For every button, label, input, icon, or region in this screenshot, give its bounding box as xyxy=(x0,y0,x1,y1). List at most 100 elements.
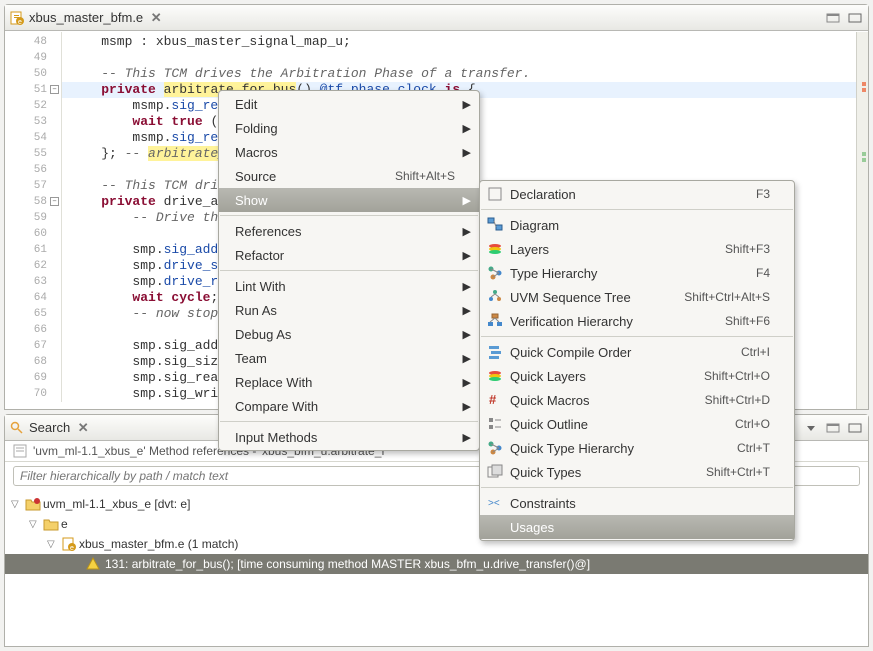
tree-match-row[interactable]: 131: arbitrate_for_bus(); [time consumin… xyxy=(5,554,868,574)
line-number: 55 xyxy=(6,146,61,162)
menu-label: Declaration xyxy=(510,187,576,202)
fold-icon[interactable]: – xyxy=(50,85,59,94)
submenu-arrow-icon: ▶ xyxy=(463,225,471,238)
layers-icon xyxy=(486,240,504,258)
menu-label: Quick Compile Order xyxy=(510,345,631,360)
macro-icon: # xyxy=(486,391,504,409)
menu-item-team[interactable]: Team▶ xyxy=(219,346,479,370)
line-number: 51– xyxy=(6,82,61,98)
submenu-item-layers[interactable]: LayersShift+F3 xyxy=(480,237,794,261)
menu-separator xyxy=(220,270,478,271)
menu-item-folding[interactable]: Folding▶ xyxy=(219,116,479,140)
menu-item-replace-with[interactable]: Replace With▶ xyxy=(219,370,479,394)
search-tab-title[interactable]: Search xyxy=(29,420,70,435)
line-number: 60 xyxy=(6,226,61,242)
diagram-icon xyxy=(486,216,504,234)
twisty-icon[interactable]: ▽ xyxy=(29,519,41,530)
view-menu-button[interactable] xyxy=(802,419,820,437)
qco-icon xyxy=(486,343,504,361)
code-line[interactable] xyxy=(62,50,856,66)
menu-label: Constraints xyxy=(510,496,576,511)
menu-item-refactor[interactable]: Refactor▶ xyxy=(219,243,479,267)
submenu-item-quick-macros[interactable]: #Quick MacrosShift+Ctrl+D xyxy=(480,388,794,412)
line-number: 54 xyxy=(6,130,61,146)
code-line[interactable]: msmp : xbus_master_signal_map_u; xyxy=(62,34,856,50)
menu-separator xyxy=(481,336,793,337)
filter-toggle-icon[interactable] xyxy=(13,444,27,458)
menu-label: Input Methods xyxy=(235,430,317,445)
menu-shortcut: Ctrl+T xyxy=(737,441,770,455)
overview-ruler[interactable] xyxy=(856,32,868,409)
submenu-arrow-icon: ▶ xyxy=(463,98,471,111)
submenu-item-quick-compile-order[interactable]: Quick Compile OrderCtrl+I xyxy=(480,340,794,364)
submenu-arrow-icon: ▶ xyxy=(463,328,471,341)
twisty-icon[interactable]: ▽ xyxy=(47,539,59,550)
fold-icon[interactable]: – xyxy=(50,197,59,206)
menu-item-edit[interactable]: Edit▶ xyxy=(219,92,479,116)
svg-text:#: # xyxy=(489,392,497,407)
menu-label: Compare With xyxy=(235,399,318,414)
submenu-item-quick-layers[interactable]: Quick LayersShift+Ctrl+O xyxy=(480,364,794,388)
decl-icon xyxy=(486,185,504,203)
submenu-item-usages[interactable]: Usages xyxy=(480,515,794,539)
twisty-icon[interactable]: ▽ xyxy=(11,499,23,510)
menu-shortcut: Shift+Alt+S xyxy=(395,169,455,183)
menu-item-input-methods[interactable]: Input Methods▶ xyxy=(219,425,479,449)
outline-icon xyxy=(486,415,504,433)
context-menu[interactable]: Edit▶Folding▶Macros▶SourceShift+Alt+SSho… xyxy=(218,90,480,451)
submenu-item-uvm-sequence-tree[interactable]: UVM Sequence TreeShift+Ctrl+Alt+S xyxy=(480,285,794,309)
submenu-item-quick-types[interactable]: Quick TypesShift+Ctrl+T xyxy=(480,460,794,484)
line-number: 64 xyxy=(6,290,61,306)
line-number: 70 xyxy=(6,386,61,402)
submenu-arrow-icon: ▶ xyxy=(463,304,471,317)
match-text: 131: arbitrate_for_bus(); [time consumin… xyxy=(105,557,590,571)
maximize-button[interactable] xyxy=(846,9,864,27)
submenu-arrow-icon: ▶ xyxy=(463,194,471,207)
code-line[interactable]: -- This TCM drives the Arbitration Phase… xyxy=(62,66,856,82)
line-number: 69 xyxy=(6,370,61,386)
submenu-item-quick-type-hierarchy[interactable]: Quick Type HierarchyCtrl+T xyxy=(480,436,794,460)
menu-item-macros[interactable]: Macros▶ xyxy=(219,140,479,164)
close-icon[interactable]: ✕ xyxy=(149,11,163,25)
line-number: 59 xyxy=(6,210,61,226)
menu-item-references[interactable]: References▶ xyxy=(219,219,479,243)
blank-icon xyxy=(486,518,504,536)
line-number: 52 xyxy=(6,98,61,114)
menu-label: Usages xyxy=(510,520,554,535)
close-icon[interactable]: ✕ xyxy=(76,421,90,435)
submenu-item-constraints[interactable]: >< Constraints xyxy=(480,491,794,515)
line-number: 65 xyxy=(6,306,61,322)
submenu-arrow-icon: ▶ xyxy=(463,122,471,135)
menu-label: Quick Types xyxy=(510,465,581,480)
menu-separator xyxy=(220,215,478,216)
uvm-icon xyxy=(486,288,504,306)
minimize-button[interactable] xyxy=(824,9,842,27)
svg-text:e: e xyxy=(18,19,22,25)
menu-label: Refactor xyxy=(235,248,284,263)
menu-item-show[interactable]: Show▶ xyxy=(219,188,479,212)
menu-item-source[interactable]: SourceShift+Alt+S xyxy=(219,164,479,188)
submenu-item-declaration[interactable]: DeclarationF3 xyxy=(480,182,794,206)
menu-item-lint-with[interactable]: Lint With▶ xyxy=(219,274,479,298)
qtypes-icon xyxy=(486,463,504,481)
line-number: 67 xyxy=(6,338,61,354)
menu-item-debug-as[interactable]: Debug As▶ xyxy=(219,322,479,346)
submenu-item-verification-hierarchy[interactable]: Verification HierarchyShift+F6 xyxy=(480,309,794,333)
submenu-item-quick-outline[interactable]: Quick Outline Ctrl+O xyxy=(480,412,794,436)
editor-tab-title[interactable]: xbus_master_bfm.e xyxy=(29,10,143,25)
menu-shortcut: Ctrl+O xyxy=(735,417,770,431)
line-gutter: 48495051–52535455565758–5960616263646566… xyxy=(6,32,62,402)
menu-shortcut: F4 xyxy=(756,266,770,280)
maximize-button[interactable] xyxy=(846,419,864,437)
menu-label: Type Hierarchy xyxy=(510,266,597,281)
minimize-button[interactable] xyxy=(824,419,842,437)
submenu-arrow-icon: ▶ xyxy=(463,280,471,293)
tree-label: e xyxy=(61,517,68,531)
submenu-item-diagram[interactable]: Diagram xyxy=(480,213,794,237)
menu-item-compare-with[interactable]: Compare With▶ xyxy=(219,394,479,418)
show-submenu[interactable]: DeclarationF3DiagramLayersShift+F3Type H… xyxy=(479,180,795,541)
menu-item-run-as[interactable]: Run As▶ xyxy=(219,298,479,322)
submenu-item-type-hierarchy[interactable]: Type Hierarchy F4 xyxy=(480,261,794,285)
svg-text:><: >< xyxy=(488,498,500,509)
menu-label: Quick Outline xyxy=(510,417,588,432)
